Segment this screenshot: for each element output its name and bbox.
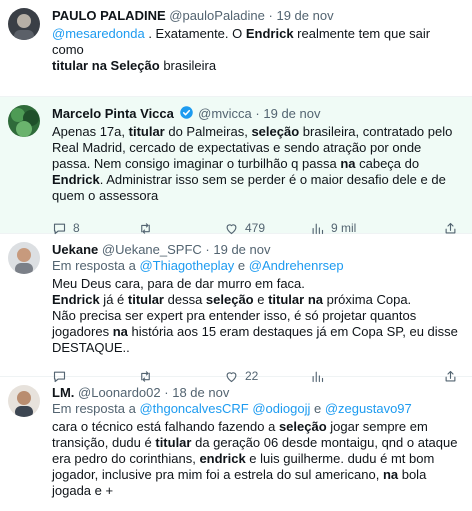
author-handle[interactable]: @Uekane_SPFC (102, 242, 202, 257)
tweet[interactable]: LM. @Loonardo02 · 18 de nov Em resposta … (0, 377, 472, 511)
timestamp[interactable]: 19 de nov (276, 8, 333, 23)
mention-link[interactable]: @odiogojj (252, 401, 310, 416)
tweet-text: Meu Deus cara, para de dar murro em faca… (52, 276, 458, 355)
author-handle[interactable]: @mvicca (198, 106, 252, 121)
author-name[interactable]: LM. (52, 385, 74, 400)
tweet[interactable]: Marcelo Pinta Vicca @mvicca · 19 de nov … (0, 97, 472, 235)
separator-dot: · (255, 106, 260, 121)
mention-link[interactable]: @Andrehenrsep (249, 258, 344, 273)
mention-link[interactable]: @zegustavo97 (325, 401, 412, 416)
avatar[interactable] (8, 385, 40, 417)
timestamp[interactable]: 19 de nov (213, 242, 270, 257)
author-name[interactable]: PAULO PALADINE (52, 8, 166, 23)
author-name[interactable]: Uekane (52, 242, 98, 257)
verified-icon (179, 106, 193, 119)
avatar[interactable] (8, 105, 40, 137)
tweet-text: Apenas 17a, titular do Palmeiras, seleçã… (52, 124, 453, 203)
avatar[interactable] (8, 242, 40, 274)
timestamp[interactable]: 18 de nov (172, 385, 229, 400)
reply-context: Em resposta a @Thiagotheplay e @Andrehen… (52, 258, 344, 273)
tweet-header: LM. @Loonardo02 · 18 de nov (52, 385, 462, 401)
tweet-header: PAULO PALADINE @pauloPaladine · 19 de no… (52, 8, 462, 24)
reply-context: Em resposta a @thgoncalvesCRF @odiogojj … (52, 401, 412, 416)
author-handle[interactable]: @Loonardo02 (78, 385, 161, 400)
tweet[interactable]: PAULO PALADINE @pauloPaladine · 19 de no… (0, 0, 472, 113)
separator-dot: · (205, 242, 210, 257)
tweet[interactable]: Uekane @Uekane_SPFC · 19 de nov Em respo… (0, 234, 472, 383)
tweet-text: @mesaredonda . Exatamente. O Endrick rea… (52, 26, 431, 73)
timestamp[interactable]: 19 de nov (263, 106, 320, 121)
mention-link[interactable]: @Thiagotheplay (139, 258, 234, 273)
avatar[interactable] (8, 8, 40, 40)
reply-count: 8 (73, 221, 80, 235)
separator-dot: · (268, 8, 273, 23)
views-count: 9 mil (331, 221, 357, 235)
author-handle[interactable]: @pauloPaladine (169, 8, 265, 23)
separator-dot: · (164, 385, 169, 400)
author-name[interactable]: Marcelo Pinta Vicca (52, 106, 174, 121)
like-count: 479 (245, 221, 266, 235)
tweet-text: cara o técnico está falhando fazendo a s… (52, 419, 458, 498)
mention-link[interactable]: @mesaredonda (52, 26, 145, 41)
tweet-header: Marcelo Pinta Vicca @mvicca · 19 de nov (52, 105, 462, 122)
mention-link[interactable]: @thgoncalvesCRF (139, 401, 248, 416)
tweet-header: Uekane @Uekane_SPFC · 19 de nov (52, 242, 462, 258)
